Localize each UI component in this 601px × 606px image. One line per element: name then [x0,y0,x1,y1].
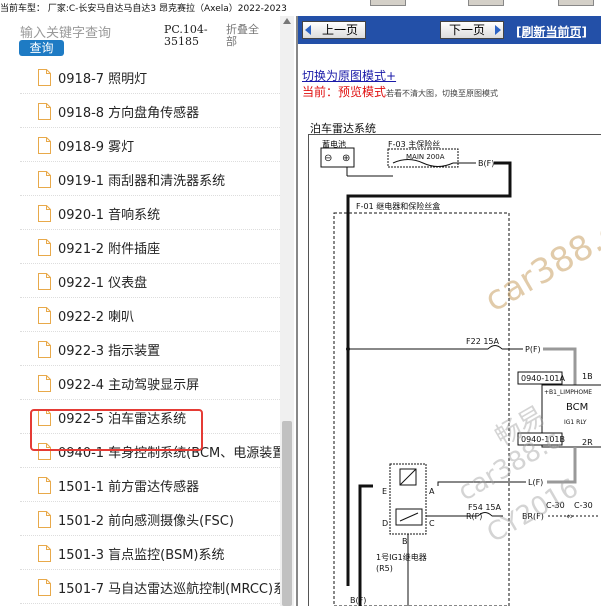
tree-item[interactable]: 0922-4 主动驾驶显示屏 [20,366,280,400]
relay-pin-b: B [402,537,408,546]
content-panel: 上一页 下一页 [刷新当前页] 切换为原图模式+ 当前：预览模式若看不清大图，切… [296,16,601,606]
relay-code: (R5) [376,564,393,573]
scroll-thumb[interactable] [282,421,292,606]
top-status-bar: 当前车型： 厂家:C-长安马自达马自达3 昂克赛拉（Axela）2022-202… [0,0,601,16]
tree-item-label: 0922-3 指示装置 [58,344,161,359]
tree-item-label: 0918-9 雾灯 [58,140,135,155]
document-icon [38,307,51,324]
main-wire-label: B(F) [478,159,494,168]
tree-item[interactable]: 0922-2 喇叭 [20,298,280,332]
wire [437,481,526,486]
pc-code: PC.104-35185 [164,23,208,48]
tree-item[interactable]: 0918-8 方向盘角传感器 [20,94,280,128]
tree-item-label: 1501-2 前向感测摄像头(FSC) [58,514,234,529]
toolbar-tab-stub[interactable] [468,0,504,6]
wire-rf-label: R(F) [466,512,482,521]
toolbar-tab-stub[interactable] [558,0,594,6]
relay-coil-icon [399,468,417,486]
tree-item[interactable]: 1501-2 前向感测摄像头(FSC) [20,502,280,536]
toolbar-tab-stub[interactable] [370,0,406,6]
document-icon [38,171,51,188]
document-icon [38,341,51,358]
tree-item-label: 0922-4 主动驾驶显示屏 [58,378,200,393]
collapse-all-link[interactable]: 折叠全部 [226,24,268,48]
connector-b-label: 0940-101B [521,435,565,444]
pin-1b-label: 1B [582,372,593,381]
fuse-f54-label: F54 15A [468,503,502,512]
tree-item-label: 0920-1 音响系统 [58,208,161,223]
wire-brf-label: BR(F) [522,512,544,521]
tree-item[interactable]: 0918-7 照明灯 [20,60,280,94]
relay-power-wire [358,484,373,606]
tree-item[interactable]: 1501-3 盲点监控(BSM)系统 [20,536,280,570]
bcm-header: +B1_LIMPHOME [544,389,592,396]
tree-item-label: 0918-8 方向盘角传感器 [58,106,200,121]
document-icon [38,511,51,528]
bottom-wire-label: B(F) [350,596,366,605]
document-icon [38,69,51,86]
document-icon [38,239,51,256]
wiring-diagram: 蓄电池 ⊖ ⊕ F-03 主保险丝 MAIN 200A B(F) F-01 继电… [320,139,601,606]
document-icon [38,375,51,392]
relay-pin-c: C [429,519,435,528]
scroll-up-arrow-icon[interactable] [283,18,291,24]
battery-minus-icon: ⊖ [324,153,332,164]
relay-pin-a: A [429,487,435,496]
connector-arrow-icon: ‹› [566,512,573,522]
tree-item-label: 1501-3 盲点监控(BSM)系统 [58,548,225,563]
wire-pf-label: P(F) [525,345,541,354]
c30-left-label: C-30 [546,501,565,510]
fuse-f22-label: F22 15A [466,337,500,346]
search-button[interactable]: 查询 [19,40,64,56]
document-icon [38,103,51,120]
tree-item[interactable]: 0921-2 附件插座 [20,230,280,264]
tree-item[interactable]: 1501-7 马自达雷达巡航控制(MRCC)系 [20,570,286,604]
fuse-symbol-icon [487,345,503,350]
junction-dot [346,347,350,351]
selection-highlight [30,409,203,451]
tree-item-label: 0918-7 照明灯 [58,72,148,87]
tree-item[interactable]: 0920-1 音响系统 [20,196,280,230]
main-fuse-code: F-03 主保险丝 [388,139,440,149]
tree-item[interactable]: 1501-1 前方雷达传感器 [20,468,280,502]
document-icon [38,273,51,290]
battery-plus-icon: ⊕ [342,153,350,164]
connector-a-label: 0940-101A [521,374,566,383]
tree-item-label: 0922-1 仪表盘 [58,276,148,291]
relay-outline [389,463,427,535]
tree-item-label: 0921-2 附件插座 [58,242,161,257]
document-icon [38,545,51,562]
relay-name: 1号IG1继电器 [376,552,427,562]
document-icon [38,477,51,494]
wire-lf [547,447,577,484]
wire-lf-label: L(F) [528,478,543,487]
document-icon [38,205,51,222]
pin-2r-label: 2R [582,438,593,447]
tree-item[interactable]: 0919-1 雨刮器和清洗器系统 [20,162,280,196]
relay-pin-e: E [382,487,387,496]
tree-item[interactable]: 0918-9 雾灯 [20,128,280,162]
tree-item-label: 0919-1 雨刮器和清洗器系统 [58,174,226,189]
toc-scrollbar[interactable] [280,16,294,606]
toc-panel: 查询 PC.104-35185 折叠全部 0918-7 照明灯 0918-8 方… [0,16,296,606]
tree-item[interactable]: 0922-3 指示装置 [20,332,280,366]
vehicle-info: 当前车型： 厂家:C-长安马自达马自达3 昂克赛拉（Axela）2022-202… [0,4,287,14]
tree-item-label: 1501-1 前方雷达传感器 [58,480,200,495]
bcm-label: BCM [566,402,588,413]
relay-box-label: F-01 继电器和保险丝盒 [356,201,440,211]
tree-item[interactable]: 0922-1 仪表盘 [20,264,280,298]
relay-switch-icon [399,512,419,522]
document-icon [38,579,51,596]
tree-item-label: 1501-7 马自达雷达巡航控制(MRCC)系 [58,582,287,597]
relay-pin-d: D [382,519,388,528]
c30-right-label: C-30 [574,501,593,510]
tree-item-label: 0922-2 喇叭 [58,310,135,325]
document-icon [38,137,51,154]
bcm-relay-label: IG1 RLY [564,419,587,426]
